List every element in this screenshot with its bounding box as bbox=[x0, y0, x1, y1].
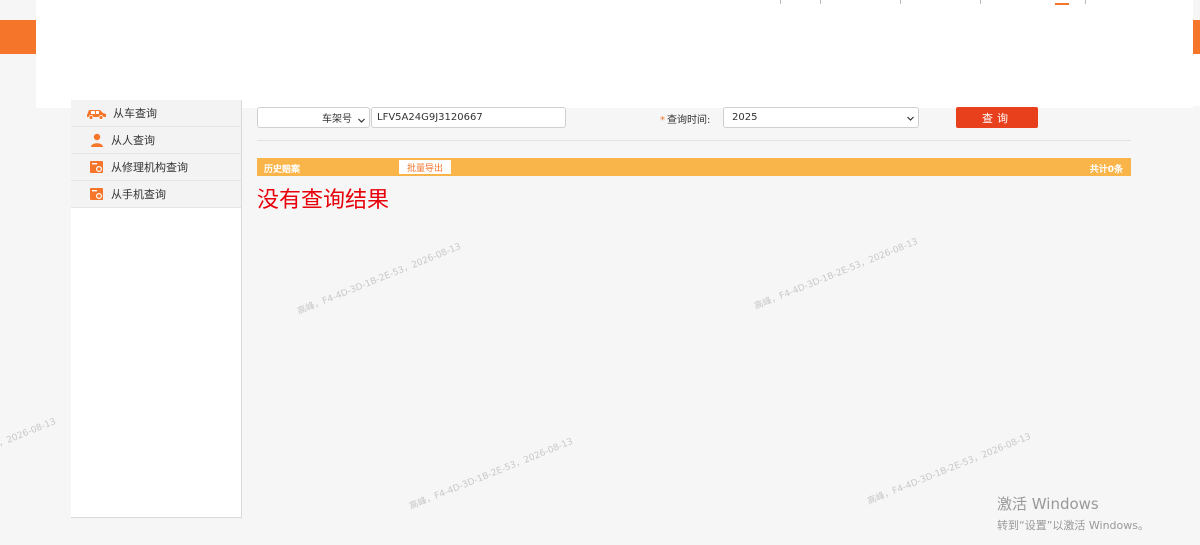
query-time-label-text: 查询时间: bbox=[667, 115, 711, 126]
query-time-label: * 查询时间: bbox=[660, 111, 710, 126]
windows-activation-notice: 激活 Windows 转到“设置”以激活 Windows。 bbox=[997, 493, 1149, 533]
required-mark: * bbox=[660, 115, 665, 126]
sidebar-item-label: 从车查询 bbox=[113, 107, 157, 120]
wrench-icon bbox=[89, 160, 105, 174]
watermark: 高峰，F4-4D-3D-1B-2E-53，2026-08-13 bbox=[408, 437, 575, 513]
activation-subtitle: 转到“设置”以激活 Windows。 bbox=[997, 519, 1149, 532]
query-time-value: 2025 bbox=[732, 112, 758, 123]
query-button[interactable]: 查询 bbox=[956, 107, 1038, 128]
overlay-fragments bbox=[780, 0, 1090, 6]
sidebar-item-person[interactable]: 从人查询 bbox=[71, 127, 241, 154]
batch-export-button[interactable]: 批量导出 bbox=[399, 160, 451, 174]
results-header-bar: 历史赔案 批量导出 共计0条 bbox=[257, 158, 1131, 176]
query-type-value: 车架号 bbox=[322, 114, 352, 125]
sidebar-item-car[interactable]: 从车查询 bbox=[71, 100, 241, 127]
sidebar-item-repair-shop[interactable]: 从修理机构查询 bbox=[71, 154, 241, 181]
query-type-select[interactable]: 车架号 bbox=[257, 107, 370, 128]
watermark: 高峰，F4-4D-3D-1B-2E-53，2026-08-13 bbox=[753, 237, 920, 313]
overlay-panel bbox=[36, 0, 1193, 108]
person-icon bbox=[89, 133, 105, 147]
vin-input[interactable]: LFV5A24G9J3120667 bbox=[371, 107, 566, 128]
chevron-down-icon bbox=[358, 114, 365, 123]
header-bar-right bbox=[1192, 20, 1200, 54]
watermark: 高峰，F4-4D-3D-1B-2E-53，2026-08-13 bbox=[296, 242, 463, 318]
divider bbox=[257, 140, 1131, 141]
phone-icon bbox=[89, 187, 105, 201]
car-icon bbox=[85, 106, 107, 120]
sidebar-item-label: 从手机查询 bbox=[111, 188, 166, 201]
empty-results-message: 没有查询结果 bbox=[257, 188, 390, 213]
sidebar-item-label: 从人查询 bbox=[111, 134, 155, 147]
sidebar-item-label: 从修理机构查询 bbox=[111, 161, 188, 174]
results-title: 历史赔案 bbox=[264, 165, 301, 175]
watermark: 高峰，F4-4D-3D-1B-2E-53，2026-08-13 bbox=[0, 417, 58, 493]
activation-title: 激活 Windows bbox=[997, 495, 1099, 513]
sidebar-item-phone[interactable]: 从手机查询 bbox=[71, 181, 241, 208]
header-bar-left bbox=[0, 20, 36, 54]
query-time-select[interactable]: 2025 bbox=[723, 107, 919, 128]
chevron-down-icon bbox=[907, 114, 914, 121]
overlay-edge bbox=[1193, 54, 1200, 106]
results-count: 共计0条 bbox=[1089, 165, 1123, 175]
sidebar: 从车查询 从人查询 从修理机构查询 从手机查询 bbox=[71, 100, 242, 518]
